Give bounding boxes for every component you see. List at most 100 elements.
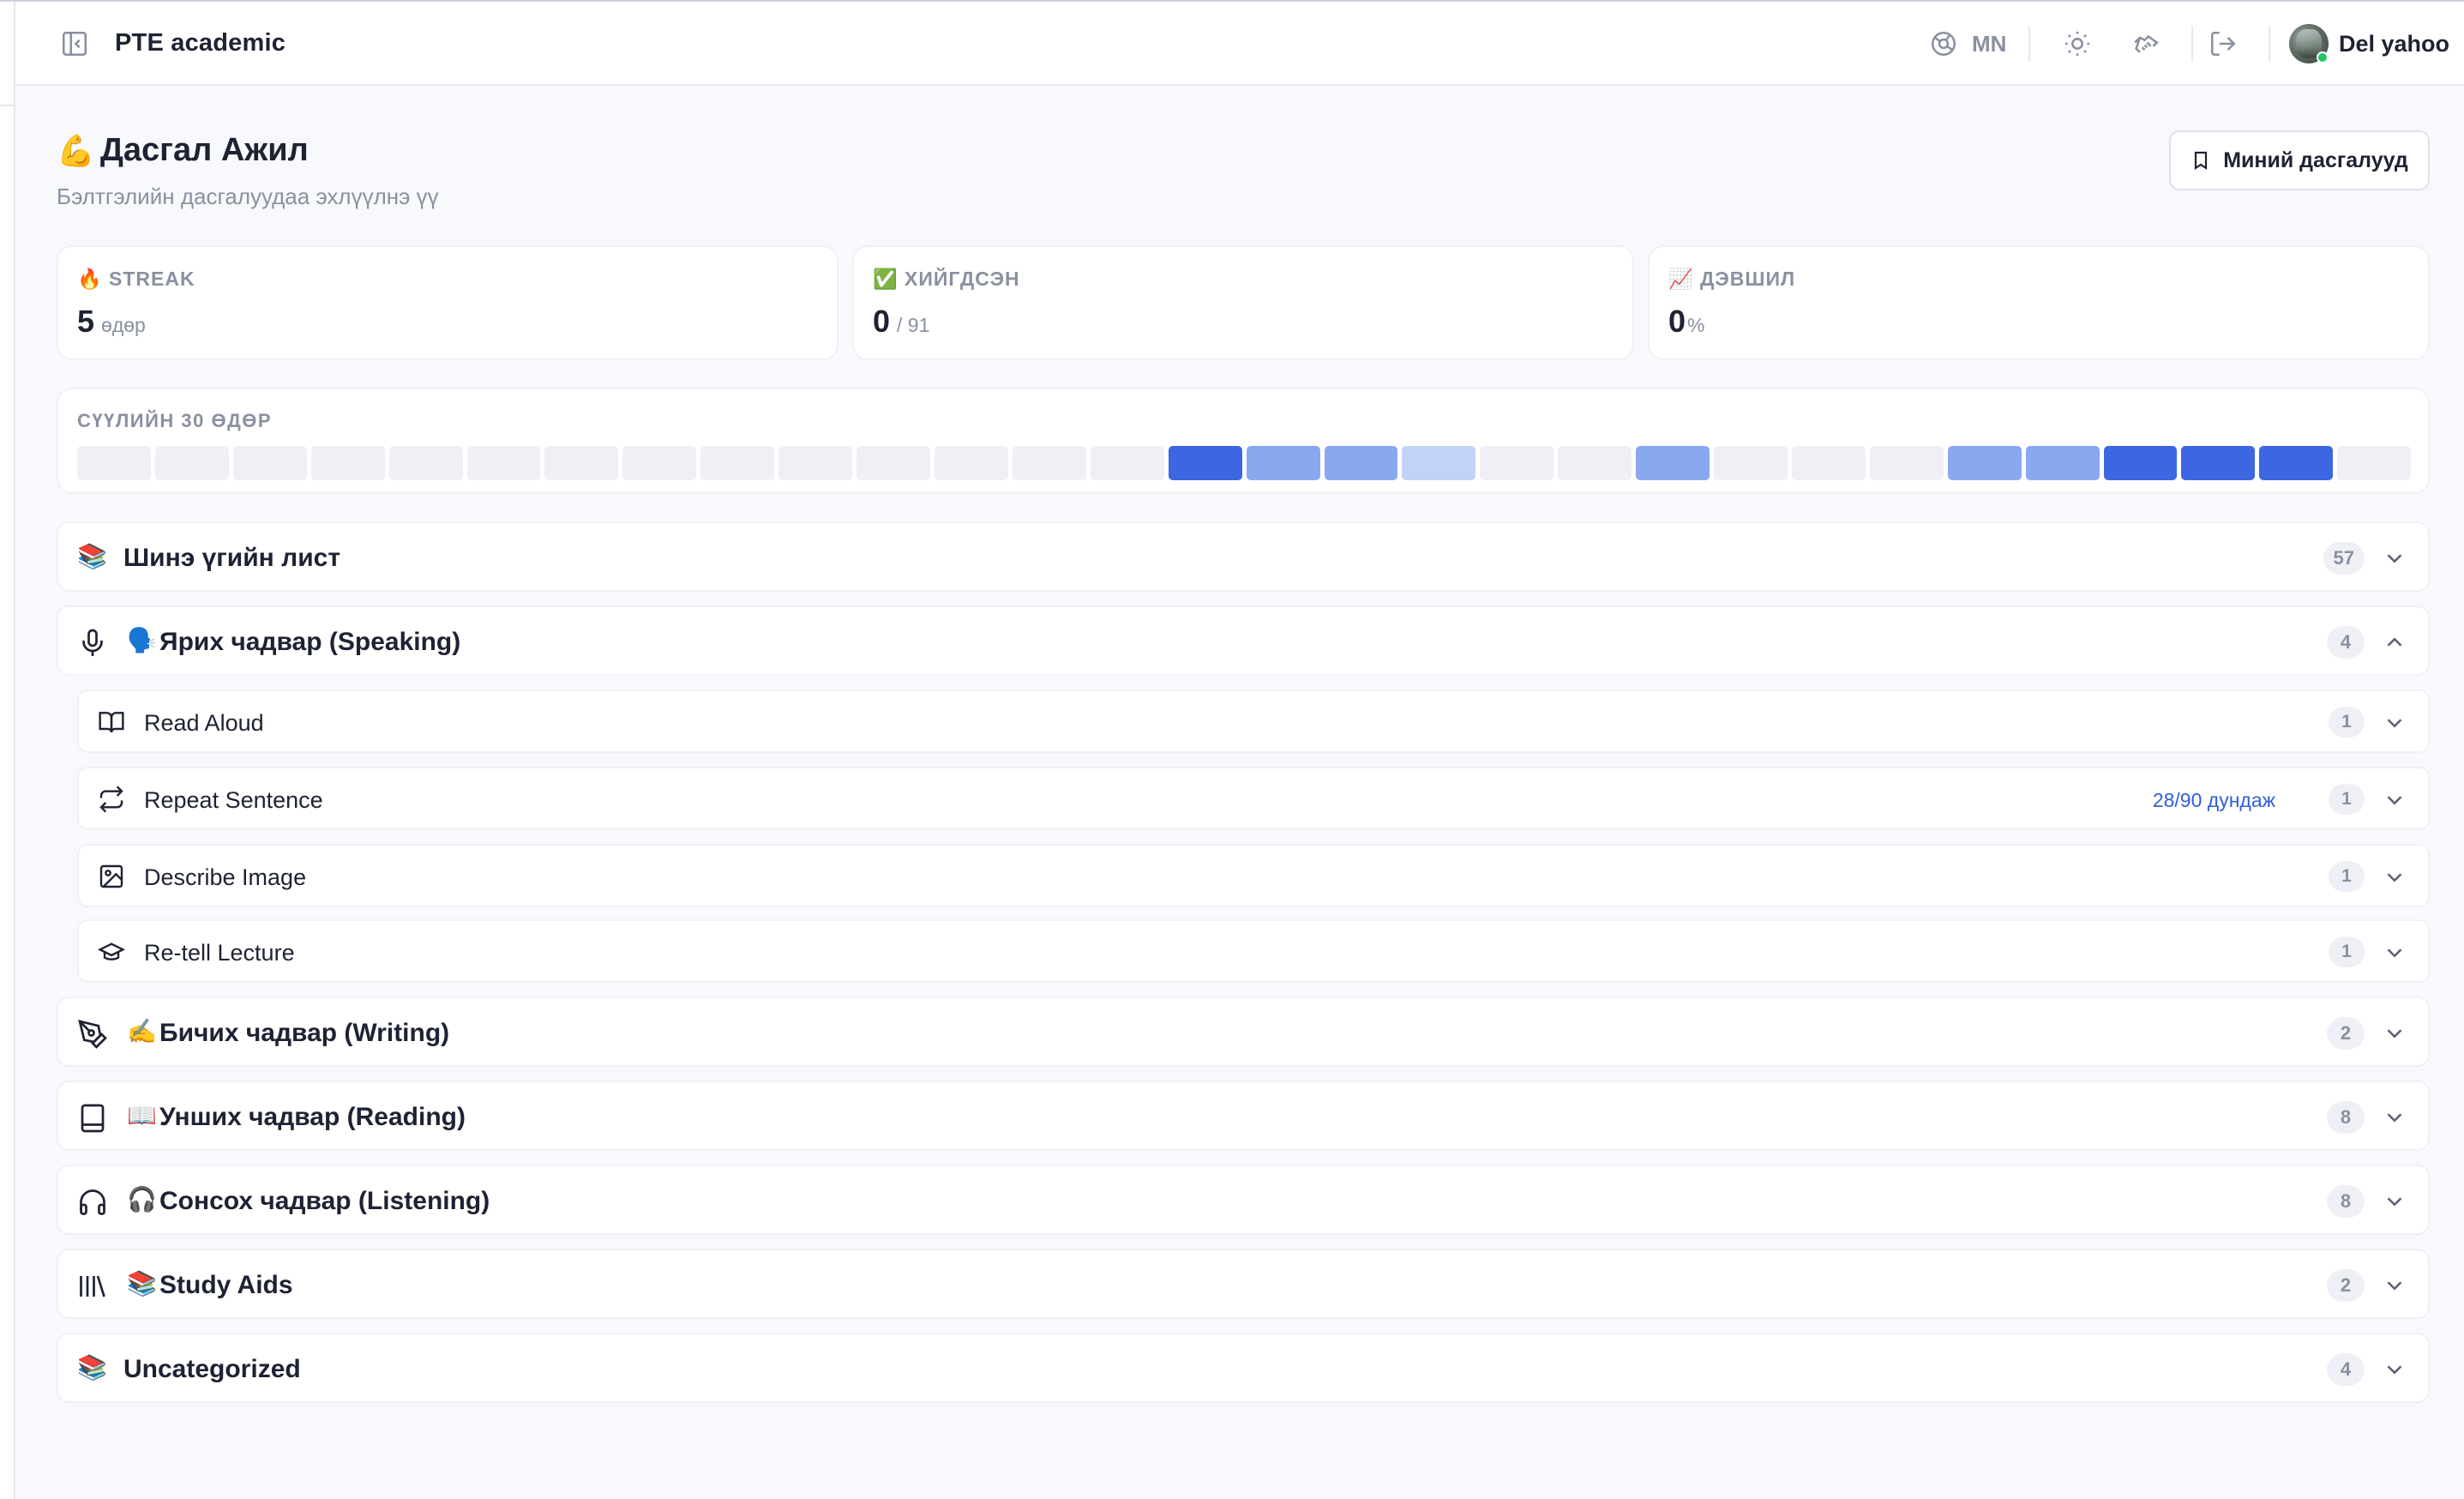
- heatmap-day-cell: [154, 446, 229, 480]
- heatmap-label: СҮҮЛИЙН 30 ӨДӨР: [77, 410, 273, 431]
- collapsed-sidebar: [0, 2, 15, 1499]
- heatmap-day-cell: [1012, 446, 1086, 480]
- count-badge: 2: [2327, 1269, 2365, 1302]
- chevron-down-icon[interactable]: [2382, 1273, 2407, 1298]
- stat-card-progress: 📈 ДЭВШИЛ 0%: [1648, 245, 2430, 360]
- user-name[interactable]: Del yahoo: [2339, 31, 2449, 57]
- count-badge: 8: [2327, 1101, 2365, 1134]
- subcategory-describe-image[interactable]: Describe Image 1: [77, 844, 2430, 907]
- writing-hand-icon: ✍️: [127, 1018, 157, 1044]
- count-badge: 57: [2323, 542, 2365, 575]
- chevron-down-icon[interactable]: [2382, 1105, 2407, 1130]
- category-title: Ярих чадвар (Speaking): [159, 628, 461, 656]
- heatmap-day-cell: [1324, 446, 1398, 480]
- top-header: PTE academic MN Del yahoo: [15, 2, 2464, 86]
- my-exercises-button[interactable]: Миний дасгалууд: [2169, 130, 2430, 190]
- heatmap-day-cell: [934, 446, 1008, 480]
- heatmap-day-cell: [778, 446, 853, 480]
- repeat-icon: [99, 786, 123, 813]
- stat-card-completed: ✅ ХИЙГДСЭН 0/ 91: [852, 245, 1634, 360]
- heatmap-day-cell: [1246, 446, 1320, 480]
- image-icon: [99, 864, 123, 888]
- library-icon: [80, 1275, 105, 1297]
- heatmap-day-cell: [1947, 446, 2022, 480]
- chevron-down-icon[interactable]: [2382, 1189, 2407, 1214]
- headphone-icon: 🎧: [127, 1186, 157, 1213]
- chevron-down-icon[interactable]: [2382, 940, 2407, 966]
- graduation-cap-icon: [98, 942, 125, 960]
- stat-value: 0/ 91: [873, 304, 930, 339]
- category-title: Шинэ үгийн лист: [123, 544, 341, 572]
- pen-tool-icon: [78, 1020, 107, 1049]
- sidebar-toggle-icon[interactable]: [60, 29, 89, 58]
- subcategory-read-aloud[interactable]: Read Aloud 1: [77, 689, 2430, 753]
- stat-unit: / 91: [897, 314, 930, 336]
- stat-card-streak: 🔥 STREAK 5 өдөр: [57, 245, 838, 360]
- chevron-down-icon[interactable]: [2382, 787, 2407, 813]
- sidebar-divider: [0, 105, 15, 106]
- heatmap-day-cell: [388, 446, 463, 480]
- fire-icon: 🔥: [77, 268, 103, 290]
- subcategory-title: Describe Image: [144, 864, 307, 890]
- globe-icon[interactable]: [1929, 29, 1958, 58]
- subcategory-retell-lecture[interactable]: Re-tell Lecture 1: [77, 919, 2430, 983]
- heatmap-day-cell: [1869, 446, 1944, 480]
- heatmap-day-cell: [1480, 446, 1554, 480]
- count-badge: 4: [2327, 1353, 2365, 1386]
- heatmap-day-cell: [1402, 446, 1476, 480]
- heatmap-day-cell: [77, 446, 151, 480]
- bookmark-icon: [2195, 151, 2208, 171]
- stat-label: 🔥 STREAK: [77, 268, 195, 290]
- book-open-icon: [99, 712, 124, 733]
- sun-icon[interactable]: [2063, 29, 2092, 58]
- heatmap-row: [77, 446, 2412, 480]
- chevron-down-icon[interactable]: [2382, 1357, 2407, 1382]
- heatmap-day-cell: [2337, 446, 2412, 480]
- stat-unit: өдөр: [101, 314, 146, 336]
- heatmap-day-cell: [700, 446, 775, 480]
- chevron-down-icon[interactable]: [2382, 1020, 2407, 1046]
- handshake-icon[interactable]: [2131, 29, 2161, 58]
- category-writing[interactable]: ✍️ Бичих чадвар (Writing) 2: [57, 996, 2430, 1067]
- category-title: Сонсох чадвар (Listening): [159, 1187, 490, 1215]
- header-divider: [2269, 26, 2270, 62]
- heatmap-day-cell: [1714, 446, 1788, 480]
- category-vocabulary[interactable]: 📚 Шинэ үгийн лист 57: [57, 521, 2430, 592]
- app-title: PTE academic: [115, 29, 286, 57]
- count-badge: 4: [2327, 626, 2365, 659]
- chevron-down-icon[interactable]: [2382, 545, 2407, 571]
- heatmap-day-cell: [2103, 446, 2178, 480]
- category-title: Бичих чадвар (Writing): [159, 1019, 450, 1047]
- heatmap-day-cell: [1636, 446, 1710, 480]
- heatmap-day-cell: [466, 446, 541, 480]
- count-badge: 1: [2329, 861, 2365, 892]
- chevron-up-icon[interactable]: [2382, 629, 2407, 655]
- subcategory-title: Repeat Sentence: [144, 787, 323, 813]
- my-exercises-label: Миний дасгалууд: [2223, 147, 2408, 172]
- category-study-aids[interactable]: 📚 Study Aids 2: [57, 1249, 2430, 1319]
- page-title: 💪 Дасгал Ажил: [57, 132, 309, 169]
- heatmap-day-cell: [1168, 446, 1242, 480]
- heatmap-day-cell: [1090, 446, 1164, 480]
- category-title: Унших чадвар (Reading): [159, 1103, 466, 1131]
- subcategory-repeat-sentence[interactable]: Repeat Sentence 28/90 дундаж 1: [77, 767, 2430, 830]
- online-status-dot: [2317, 51, 2329, 63]
- count-badge: 1: [2329, 707, 2365, 737]
- flexed-biceps-icon: 💪: [57, 132, 95, 168]
- heatmap-day-cell: [1558, 446, 1632, 480]
- chevron-down-icon[interactable]: [2382, 864, 2407, 890]
- category-reading[interactable]: 📖 Унших чадвар (Reading) 8: [57, 1081, 2430, 1151]
- category-speaking[interactable]: 🗣️ Ярих чадвар (Speaking) 4: [57, 605, 2430, 676]
- category-uncategorized[interactable]: 📚 Uncategorized 4: [57, 1333, 2430, 1403]
- heatmap-day-cell: [856, 446, 930, 480]
- stat-label: ✅ ХИЙГДСЭН: [873, 268, 1020, 290]
- header-divider: [2191, 26, 2193, 62]
- logout-icon[interactable]: [2209, 29, 2238, 58]
- category-title: Uncategorized: [123, 1355, 301, 1383]
- average-score: 28/90 дундаж: [2152, 789, 2275, 811]
- chevron-down-icon[interactable]: [2382, 710, 2407, 736]
- stat-unit: %: [1687, 314, 1705, 336]
- category-listening[interactable]: 🎧 Сонсох чадвар (Listening) 8: [57, 1165, 2430, 1235]
- language-toggle[interactable]: MN: [1972, 31, 2006, 57]
- headphones-icon: [80, 1189, 105, 1215]
